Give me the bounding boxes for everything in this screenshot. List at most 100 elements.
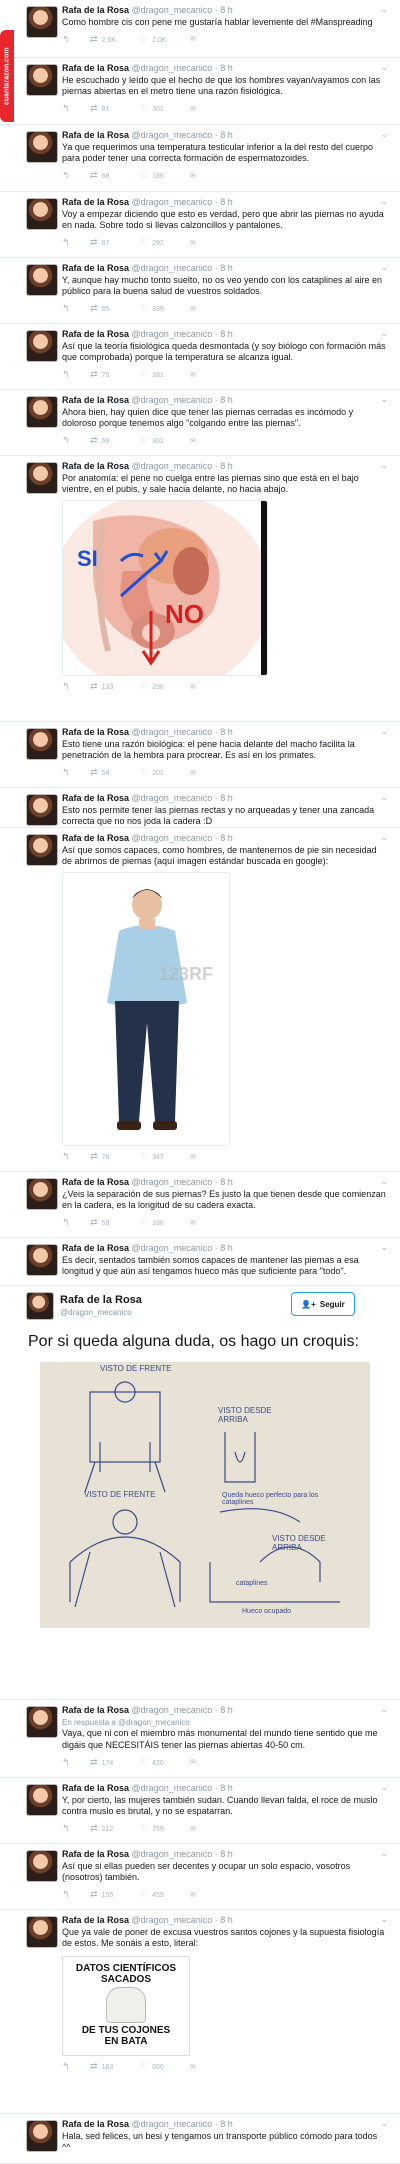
avatar[interactable] <box>26 64 58 96</box>
chevron-down-icon[interactable]: ⌄ <box>380 328 388 340</box>
author-name[interactable]: Rafa de la Rosa <box>62 1849 129 1859</box>
retweet-button[interactable]: ⇄ 69 <box>90 435 140 448</box>
retweet-button[interactable]: ⇄ 212 <box>90 1823 140 1836</box>
author-name[interactable]: Rafa de la Rosa <box>62 833 129 843</box>
retweet-button[interactable]: ⇄ 58 <box>90 1217 140 1230</box>
author-handle[interactable]: @dragon_mecanico <box>132 1915 213 1925</box>
reply-icon[interactable]: ↰ <box>62 303 90 316</box>
message-icon[interactable]: ✉ <box>190 1824 210 1836</box>
message-icon[interactable]: ✉ <box>190 436 210 448</box>
timestamp[interactable]: · 8 h <box>215 1177 233 1187</box>
timestamp[interactable]: · 8 h <box>215 2119 233 2129</box>
message-icon[interactable]: ✉ <box>190 1218 210 1230</box>
retweet-button[interactable]: ⇄ 81 <box>90 103 140 116</box>
author-name[interactable]: Rafa de la Rosa <box>62 1705 129 1715</box>
retweet-button[interactable]: ⇄ 87 <box>90 237 140 250</box>
author-name[interactable]: Rafa de la Rosa <box>62 263 129 273</box>
like-button[interactable]: ♡ 759 <box>140 1823 190 1836</box>
timestamp[interactable]: · 8 h <box>215 263 233 273</box>
timestamp[interactable]: · 8 h <box>215 63 233 73</box>
avatar[interactable] <box>26 1178 58 1210</box>
reply-icon[interactable]: ↰ <box>62 1151 90 1164</box>
author-name[interactable]: Rafa de la Rosa <box>62 1243 129 1253</box>
author-name[interactable]: Rafa de la Rosa <box>62 395 129 405</box>
author-handle[interactable]: @dragon_mecanico <box>132 1243 213 1253</box>
like-button[interactable]: ♡ 281 <box>140 369 190 382</box>
avatar[interactable] <box>26 794 58 826</box>
like-button[interactable]: ♡ 459 <box>140 1889 190 1902</box>
like-button[interactable]: ♡ 420 <box>140 1757 190 1770</box>
timestamp[interactable]: · 8 h <box>215 461 233 471</box>
timestamp[interactable]: · 8 h <box>215 1849 233 1859</box>
author-handle[interactable]: @dragon_mecanico <box>132 461 213 471</box>
avatar[interactable] <box>26 1850 58 1882</box>
retweet-button[interactable]: ⇄ 58 <box>90 767 140 780</box>
message-icon[interactable]: ✉ <box>190 768 210 780</box>
author-handle[interactable]: @dragon_mecanico <box>132 727 213 737</box>
reply-icon[interactable]: ↰ <box>62 103 90 116</box>
chevron-down-icon[interactable]: ⌄ <box>380 460 388 472</box>
like-button[interactable]: ♡ 201 <box>140 767 190 780</box>
author-handle[interactable]: @dragon_mecanico <box>132 263 213 273</box>
avatar[interactable] <box>26 834 58 866</box>
avatar[interactable] <box>26 6 58 38</box>
avatar[interactable] <box>26 1916 58 1948</box>
author-name[interactable]: Rafa de la Rosa <box>62 2119 129 2129</box>
message-icon[interactable]: ✉ <box>190 370 210 382</box>
message-icon[interactable]: ✉ <box>190 2062 210 2074</box>
message-icon[interactable]: ✉ <box>190 171 210 183</box>
message-icon[interactable]: ✉ <box>190 34 210 46</box>
chevron-down-icon[interactable]: ⌄ <box>380 4 388 16</box>
reply-icon[interactable]: ↰ <box>62 2061 90 2074</box>
timestamp[interactable]: · 8 h <box>215 329 233 339</box>
chevron-down-icon[interactable]: ⌄ <box>380 1242 388 1254</box>
message-icon[interactable]: ✉ <box>190 1152 210 1164</box>
meme-image[interactable]: DATOS CIENTÍFICOS SACADOS DE TUS COJONES… <box>62 1955 190 2056</box>
author-handle[interactable]: @dragon_mecanico <box>60 1308 132 1317</box>
reply-icon[interactable]: ↰ <box>62 170 90 183</box>
chevron-down-icon[interactable]: ⌄ <box>380 262 388 274</box>
timestamp[interactable]: · 8 h <box>215 1705 233 1715</box>
message-icon[interactable]: ✉ <box>190 1757 210 1769</box>
avatar[interactable] <box>26 330 58 362</box>
author-name[interactable]: Rafa de la Rosa <box>62 1915 129 1925</box>
reply-icon[interactable]: ↰ <box>62 34 90 47</box>
chevron-down-icon[interactable]: ⌄ <box>380 726 388 738</box>
author-name[interactable]: Rafa de la Rosa <box>62 329 129 339</box>
author-handle[interactable]: @dragon_mecanico <box>132 2119 213 2129</box>
author-name[interactable]: Rafa de la Rosa <box>62 793 129 803</box>
timestamp[interactable]: · 8 h <box>215 1915 233 1925</box>
timestamp[interactable]: · 8 h <box>215 1783 233 1793</box>
chevron-down-icon[interactable]: ⌄ <box>380 792 388 804</box>
timestamp[interactable]: · 8 h <box>215 793 233 803</box>
retweet-button[interactable]: ⇄ 174 <box>90 1757 140 1770</box>
chevron-down-icon[interactable]: ⌄ <box>380 2118 388 2130</box>
chevron-down-icon[interactable]: ⌄ <box>380 62 388 74</box>
author-handle[interactable]: @dragon_mecanico <box>132 833 213 843</box>
avatar[interactable] <box>26 198 58 230</box>
sketch-image[interactable]: VISTO DE FRENTE VISTO DESDE ARRIBA Queda… <box>40 1362 370 1628</box>
author-name[interactable]: Rafa de la Rosa <box>60 1294 142 1306</box>
timestamp[interactable]: · 8 h <box>215 1243 233 1253</box>
reply-icon[interactable]: ↰ <box>62 1823 90 1836</box>
chevron-down-icon[interactable]: ⌄ <box>380 1176 388 1188</box>
author-handle[interactable]: @dragon_mecanico <box>132 197 213 207</box>
message-icon[interactable]: ✉ <box>190 1890 210 1902</box>
retweet-button[interactable]: ⇄ 2,6K <box>90 34 140 47</box>
author-handle[interactable]: @dragon_mecanico <box>132 1783 213 1793</box>
author-name[interactable]: Rafa de la Rosa <box>62 5 129 15</box>
retweet-button[interactable]: ⇄ 65 <box>90 303 140 316</box>
author-name[interactable]: Rafa de la Rosa <box>62 130 129 140</box>
author-handle[interactable]: @dragon_mecanico <box>132 1849 213 1859</box>
chevron-down-icon[interactable]: ⌄ <box>380 1782 388 1794</box>
avatar[interactable] <box>26 728 58 760</box>
retweet-button[interactable]: ⇄ 183 <box>90 2061 140 2074</box>
avatar[interactable] <box>26 1784 58 1816</box>
chevron-down-icon[interactable]: ⌄ <box>380 832 388 844</box>
follow-button[interactable]: 👤+ Seguir <box>291 1292 355 1316</box>
retweet-button[interactable]: ⇄ 133 <box>90 681 140 694</box>
retweet-button[interactable]: ⇄ 68 <box>90 170 140 183</box>
author-handle[interactable]: @dragon_mecanico <box>132 130 213 140</box>
chevron-down-icon[interactable]: ⌄ <box>380 394 388 406</box>
author-handle[interactable]: @dragon_mecanico <box>132 329 213 339</box>
